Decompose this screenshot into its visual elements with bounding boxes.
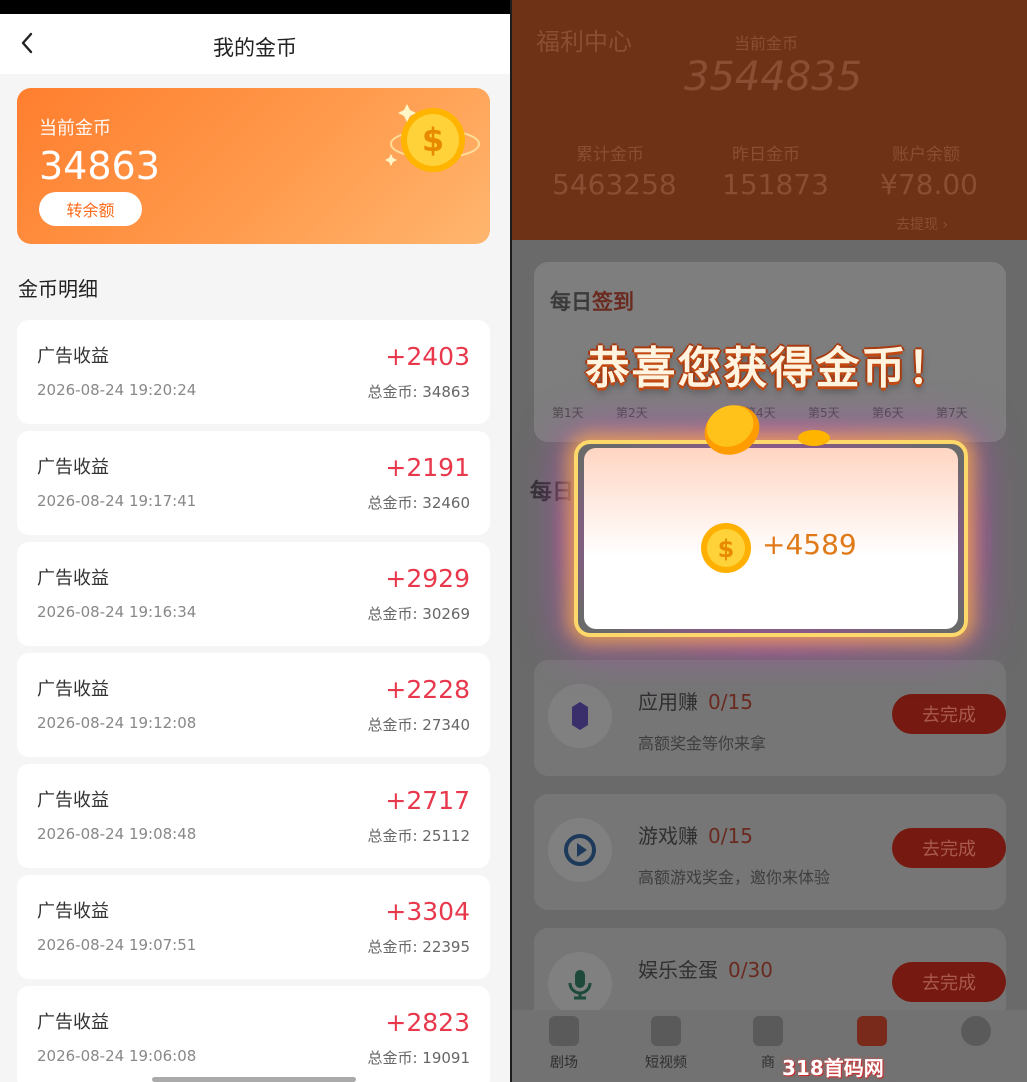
record-total: 总金币: 30269 (367, 605, 470, 623)
stat-label: 累计金币 (576, 145, 644, 165)
balance-label: 当前金币 (39, 118, 111, 139)
stat-value: ¥78.00 (880, 168, 978, 201)
section-title: 金币明细 (18, 277, 98, 301)
task-progress: 0/15 (708, 824, 753, 848)
signin-day: 第6天 (872, 406, 904, 420)
record-item[interactable]: 广告收益 2026-08-24 19:17:41 +2191 总金币: 3246… (17, 431, 490, 535)
nav-short-video[interactable]: 短视频 (626, 1016, 706, 1072)
transfer-balance-button[interactable]: 转余额 (39, 192, 142, 226)
svg-text:$: $ (422, 121, 444, 159)
record-item[interactable]: 广告收益 2026-08-24 19:16:34 +2929 总金币: 3026… (17, 542, 490, 646)
record-time: 2026-08-24 19:20:24 (37, 381, 197, 399)
svg-text:$: $ (718, 535, 735, 563)
record-item[interactable]: 广告收益 2026-08-24 19:12:08 +2228 总金币: 2734… (17, 653, 490, 757)
record-total: 总金币: 22395 (367, 938, 470, 956)
complete-task-button[interactable]: 去完成 (892, 828, 1006, 868)
record-title: 广告收益 (37, 346, 109, 367)
shop-icon (753, 1016, 783, 1046)
record-title: 广告收益 (37, 568, 109, 589)
mic-icon (548, 952, 612, 1016)
signin-day: 第2天 (616, 406, 648, 420)
record-time: 2026-08-24 19:07:51 (37, 936, 197, 954)
record-amount: +2929 (385, 564, 470, 593)
record-title: 广告收益 (37, 1012, 109, 1033)
signin-title: 每日签到 (550, 286, 634, 316)
signin-day: 第7天 (936, 406, 968, 420)
task-name: 游戏赚 0/15 (638, 824, 753, 848)
task-card: 游戏赚 0/15 高额游戏奖金，邀你来体验 去完成 (534, 794, 1006, 910)
nav-header: 我的金币 (0, 14, 510, 74)
stat-value: 151873 (722, 168, 829, 201)
reward-headline: 恭喜您获得金币！ (585, 343, 954, 394)
signin-day: 第1天 (552, 406, 584, 420)
record-time: 2026-08-24 19:16:34 (37, 603, 197, 621)
task-desc: 高额奖金等你来拿 (638, 734, 767, 753)
record-title: 广告收益 (37, 457, 109, 478)
record-amount: +3304 (385, 897, 470, 926)
play-icon (548, 818, 612, 882)
reward-amount: +4589 (762, 528, 857, 561)
task-desc: 高额游戏奖金，邀你来体验 (638, 868, 831, 887)
flying-coin-icon (704, 405, 760, 455)
record-total: 总金币: 32460 (367, 494, 470, 512)
user-icon (961, 1016, 991, 1046)
record-time: 2026-08-24 19:12:08 (37, 714, 197, 732)
nav-welfare[interactable] (832, 1016, 912, 1052)
stat-label: 昨日金币 (732, 145, 800, 165)
record-total: 总金币: 27340 (367, 716, 470, 734)
coin-icon: $ (701, 523, 751, 573)
balance-value: 34863 (39, 144, 160, 188)
small-coin-icon (798, 430, 830, 446)
record-time: 2026-08-24 19:17:41 (37, 492, 197, 510)
record-item[interactable]: 广告收益 2026-08-24 19:06:08 +2823 总金币: 1909… (17, 986, 490, 1082)
record-item[interactable]: 广告收益 2026-08-24 19:07:51 +3304 总金币: 2239… (17, 875, 490, 979)
stat-label: 账户余额 (892, 145, 960, 165)
record-amount: +2228 (385, 675, 470, 704)
complete-task-button[interactable]: 去完成 (892, 694, 1006, 734)
record-amount: +2191 (385, 453, 470, 482)
task-name: 娱乐金蛋 0/30 (638, 958, 773, 982)
task-card: 应用赚 0/15 高额奖金等你来拿 去完成 (534, 660, 1006, 776)
stat-value: 5463258 (552, 168, 677, 201)
complete-task-button[interactable]: 去完成 (892, 962, 1006, 1002)
record-title: 广告收益 (37, 901, 109, 922)
gift-icon (857, 1016, 887, 1046)
signin-title-b: 签到 (592, 290, 634, 314)
record-time: 2026-08-24 19:06:08 (37, 1047, 197, 1065)
balance-card: 当前金币 34863 转余额 $ (17, 88, 490, 244)
record-time: 2026-08-24 19:08:48 (37, 825, 197, 843)
task-name: 应用赚 0/15 (638, 690, 753, 714)
task-progress: 0/15 (708, 690, 753, 714)
welfare-title: 福利中心 (536, 28, 632, 56)
signin-day: 第5天 (808, 406, 840, 420)
record-total: 总金币: 34863 (367, 383, 470, 401)
record-total: 总金币: 19091 (367, 1049, 470, 1067)
home-indicator (152, 1077, 356, 1082)
record-amount: +2823 (385, 1008, 470, 1037)
record-title: 广告收益 (37, 679, 109, 700)
nav-theater[interactable]: 剧场 (524, 1016, 604, 1072)
record-item[interactable]: 广告收益 2026-08-24 19:08:48 +2717 总金币: 2511… (17, 764, 490, 868)
film-icon (651, 1016, 681, 1046)
task-progress: 0/30 (728, 958, 773, 982)
record-item[interactable]: 广告收益 2026-08-24 19:20:24 +2403 总金币: 3486… (17, 320, 490, 424)
status-bar (0, 0, 510, 14)
record-total: 总金币: 25112 (367, 827, 470, 845)
record-amount: +2403 (385, 342, 470, 371)
current-coins-value: 3544835 (684, 54, 863, 100)
record-amount: +2717 (385, 786, 470, 815)
coin-icon: $ (385, 104, 480, 172)
withdraw-link[interactable]: 去提现 › (896, 214, 948, 234)
welfare-header: 福利中心 当前金币 3544835 累计金币 5463258 昨日金币 1518… (512, 0, 1027, 240)
welfare-center-screen: 福利中心 当前金币 3544835 累计金币 5463258 昨日金币 1518… (512, 0, 1027, 1082)
page-title: 我的金币 (213, 36, 297, 60)
site-watermark: 318首码网 www.e318.com (782, 1056, 953, 1082)
coin-detail-screen: 我的金币 当前金币 34863 转余额 $ 金币明细 广告收益 2026-08-… (0, 0, 510, 1082)
nav-profile[interactable] (936, 1016, 1016, 1052)
theater-icon (549, 1016, 579, 1046)
signin-title-a: 每日 (550, 290, 592, 314)
cubes-icon (548, 684, 612, 748)
record-title: 广告收益 (37, 790, 109, 811)
current-coins-label: 当前金币 (734, 34, 799, 53)
